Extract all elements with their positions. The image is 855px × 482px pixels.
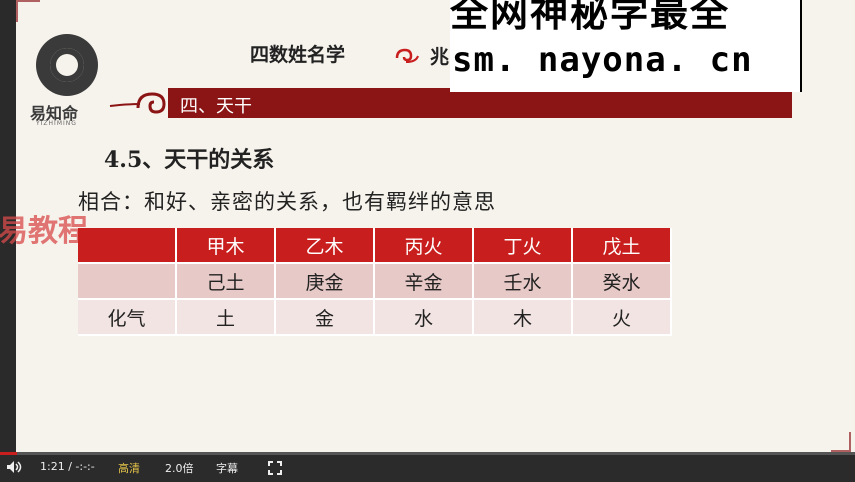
table-cell: 化气 bbox=[78, 299, 177, 336]
cloud-ornament-icon bbox=[395, 48, 419, 63]
stem-relation-table: 甲木 乙木 丙火 丁火 戊土 己土 庚金 辛金 壬水 癸水 化气 土 金 水 木… bbox=[78, 228, 672, 336]
logo-sub-text: YIZHIMING bbox=[36, 120, 77, 127]
player-controls: 1:21 / -:-:- 高清 2.0倍 字幕 bbox=[0, 452, 855, 482]
corner-ornament-bottom-right bbox=[831, 432, 851, 452]
table-header-cell: 甲木 bbox=[176, 228, 276, 264]
corner-ornament-top-left bbox=[16, 0, 40, 22]
table-cell: 辛金 bbox=[374, 263, 474, 300]
table-cell: 壬水 bbox=[473, 263, 573, 300]
volume-icon[interactable] bbox=[6, 460, 22, 474]
logo-swirl-icon bbox=[36, 34, 98, 96]
progress-bar[interactable] bbox=[0, 452, 855, 455]
time-display: 1:21 / -:-:- bbox=[40, 460, 95, 473]
table-header-cell: 乙木 bbox=[275, 228, 375, 264]
table-cell: 土 bbox=[176, 299, 276, 336]
table-cell: 金 bbox=[275, 299, 375, 336]
content-heading: 4.5、天干的关系 bbox=[104, 147, 275, 173]
content-description: 相合：和好、亲密的关系，也有羁绊的意思 bbox=[78, 190, 496, 214]
table-cell: 庚金 bbox=[275, 263, 375, 300]
subtitles-button[interactable]: 字幕 bbox=[216, 460, 238, 476]
table-header-cell: 丙火 bbox=[374, 228, 474, 264]
quality-button[interactable]: 高清 bbox=[118, 460, 140, 476]
slide-title-tail: 兆 bbox=[430, 46, 450, 68]
table-header-cell: 丁火 bbox=[473, 228, 573, 264]
overlay-top-text: 全网神秘学最全 bbox=[450, 0, 731, 35]
overlay-url-text: sm. nayona. cn bbox=[452, 40, 753, 80]
table-cell: 癸水 bbox=[572, 263, 672, 300]
table-cell bbox=[78, 263, 177, 300]
progress-fill bbox=[0, 452, 18, 455]
table-cell: 己土 bbox=[176, 263, 276, 300]
slide-title: 四数姓名学 bbox=[250, 44, 346, 66]
cloud-ornament-left-icon bbox=[109, 92, 166, 114]
section-label: 四、天干 bbox=[180, 96, 252, 117]
table-header-cell: 戊土 bbox=[572, 228, 672, 264]
section-bar: 四、天干 bbox=[168, 88, 792, 118]
table-row: 己土 庚金 辛金 壬水 癸水 bbox=[78, 263, 672, 300]
brand-logo: 易知命 YIZHIMING bbox=[30, 34, 108, 127]
video-frame: 易知命 YIZHIMING 四数姓名学 兆 四、天干 4.5、天干的关系 相合：… bbox=[0, 0, 855, 482]
table-cell: 火 bbox=[572, 299, 672, 336]
table-header-row: 甲木 乙木 丙火 丁火 戊土 bbox=[78, 228, 672, 264]
fullscreen-icon[interactable] bbox=[268, 461, 282, 475]
watermark-text: 易教程 bbox=[0, 214, 88, 249]
table-header-cell bbox=[78, 228, 177, 264]
speed-button[interactable]: 2.0倍 bbox=[165, 460, 194, 476]
table-cell: 木 bbox=[473, 299, 573, 336]
table-row: 化气 土 金 水 木 火 bbox=[78, 299, 672, 336]
table-cell: 水 bbox=[374, 299, 474, 336]
